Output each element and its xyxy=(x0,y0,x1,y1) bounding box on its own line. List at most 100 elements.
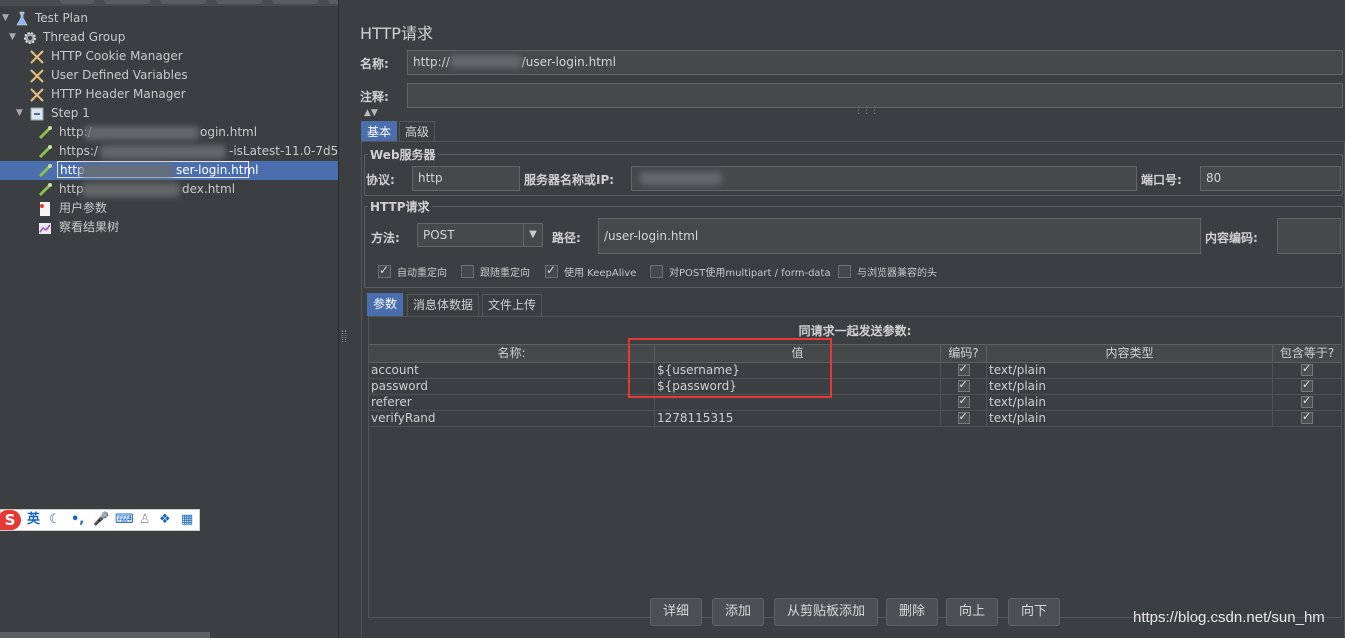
page-title: HTTP请求 xyxy=(360,24,433,43)
cell-name[interactable]: password xyxy=(369,378,655,394)
checkbox-checked-icon[interactable] xyxy=(957,362,970,377)
table-row[interactable]: password ${password} text/plain xyxy=(369,378,1341,395)
collapse-triangle-icon[interactable]: ▼ xyxy=(9,28,16,47)
checkbox-unchecked-icon[interactable] xyxy=(461,265,474,278)
checkbox-unchecked-icon[interactable] xyxy=(650,265,663,278)
collapse-triangle-icon[interactable]: ▼ xyxy=(2,9,9,28)
tree-label: 察看结果树 xyxy=(59,220,120,234)
cell-encode[interactable] xyxy=(941,378,987,394)
tree-node-sampler-4[interactable]: http dex.html xyxy=(0,180,338,199)
checkbox-unchecked-icon[interactable] xyxy=(838,265,851,278)
cell-content-type[interactable]: text/plain xyxy=(987,410,1273,426)
cell-name[interactable]: account xyxy=(369,362,655,378)
tree-label-end: ser-login.html xyxy=(176,163,259,177)
col-header-include-equals[interactable]: 包含等于? xyxy=(1273,345,1341,362)
tab-advanced[interactable]: 高级 xyxy=(399,121,436,141)
tree-node-sampler-1[interactable]: http:/ ogin.html xyxy=(0,123,338,142)
detail-button[interactable]: 详细 xyxy=(650,598,703,626)
protocol-input[interactable]: http xyxy=(412,166,520,191)
grid-menu-icon[interactable]: ▦ xyxy=(181,512,193,528)
microphone-icon[interactable]: 🎤 xyxy=(93,512,109,528)
user-params-icon xyxy=(40,202,50,216)
port-label: 端口号: xyxy=(1141,173,1182,187)
checkbox-checked-icon[interactable] xyxy=(957,378,970,393)
tab-body-data[interactable]: 消息体数据 xyxy=(407,294,480,316)
path-input[interactable]: /user-login.html xyxy=(598,218,1201,254)
cell-include-equals[interactable] xyxy=(1273,378,1341,394)
option-follow-redirect[interactable]: 跟随重定向 xyxy=(461,265,530,281)
option-keepalive[interactable]: 使用 KeepAlive xyxy=(545,263,636,281)
add-from-clipboard-button[interactable]: 从剪贴板添加 xyxy=(774,598,879,626)
server-input[interactable] xyxy=(631,166,1137,191)
checkbox-checked-icon[interactable] xyxy=(1301,362,1313,377)
col-header-name[interactable]: 名称: xyxy=(369,345,655,362)
ime-toolbar[interactable]: S 英 ☾ •, 🎤 ⌨ ♙ ❖ ▦ xyxy=(0,509,200,531)
checkbox-checked-icon[interactable] xyxy=(1301,394,1313,409)
checkbox-checked-icon[interactable] xyxy=(378,263,391,278)
col-header-encode[interactable]: 编码? xyxy=(941,345,987,362)
cell-content-type[interactable]: text/plain xyxy=(987,362,1273,378)
method-select[interactable]: POST ▼ xyxy=(417,223,543,247)
params-caption: 同请求一起发送参数: xyxy=(798,324,912,338)
sampler-icon xyxy=(38,145,52,159)
table-row[interactable]: verifyRand 1278115315 text/plain xyxy=(369,410,1341,427)
method-value: POST xyxy=(423,228,455,242)
checkbox-checked-icon[interactable] xyxy=(545,263,558,278)
cell-include-equals[interactable] xyxy=(1273,362,1341,378)
option-browser-headers[interactable]: 与浏览器兼容的头 xyxy=(838,265,937,281)
checkbox-checked-icon[interactable] xyxy=(1301,378,1313,393)
checkbox-checked-icon[interactable] xyxy=(957,394,970,409)
name-input[interactable]: http:// /user-login.html xyxy=(407,50,1343,75)
cell-content-type[interactable]: text/plain xyxy=(987,394,1273,410)
table-row[interactable]: referer text/plain xyxy=(369,394,1341,411)
cell-encode[interactable] xyxy=(941,394,987,410)
tree-node-sampler-3-selected[interactable]: http ser-login.html xyxy=(0,161,338,180)
comment-input[interactable] xyxy=(407,83,1343,108)
tree-label-end: ogin.html xyxy=(200,125,258,139)
collapse-triangle-icon[interactable]: ▼ xyxy=(16,104,23,123)
redacted-blur xyxy=(100,145,226,159)
cell-include-equals[interactable] xyxy=(1273,410,1341,426)
encoding-input[interactable] xyxy=(1277,218,1341,254)
collapse-arrows-icon[interactable]: ▲▼ xyxy=(364,108,378,118)
tab-file-upload[interactable]: 文件上传 xyxy=(482,294,543,316)
cell-name[interactable]: referer xyxy=(369,394,655,410)
dropdown-arrow-icon[interactable]: ▼ xyxy=(523,224,542,246)
checkbox-checked-icon[interactable] xyxy=(1301,410,1313,425)
tab-basic[interactable]: 基本 xyxy=(361,121,398,141)
test-plan-tree[interactable]: ▼ Test Plan ▼ Thread Group HTTP Cookie M… xyxy=(0,6,365,638)
cell-encode[interactable] xyxy=(941,410,987,426)
wrench-icon xyxy=(30,88,44,102)
cell-encode[interactable] xyxy=(941,362,987,378)
cell-include-equals[interactable] xyxy=(1273,394,1341,410)
tree-horizontal-scrollbar[interactable] xyxy=(0,632,210,638)
delete-button[interactable]: 删除 xyxy=(886,598,939,626)
sampler-icon xyxy=(38,126,52,140)
table-row[interactable]: account ${username} text/plain xyxy=(369,362,1341,379)
ime-lang-toggle[interactable]: 英 xyxy=(27,512,40,528)
tab-params[interactable]: 参数 xyxy=(367,293,404,316)
tree-label: Step 1 xyxy=(51,106,90,120)
move-down-button[interactable]: 向下 xyxy=(1008,598,1061,626)
wrench-icon xyxy=(30,69,44,83)
tree-label: https:/ xyxy=(59,144,98,158)
cell-name[interactable]: verifyRand xyxy=(369,410,655,426)
add-button[interactable]: 添加 xyxy=(712,598,765,626)
option-multipart[interactable]: 对POST使用multipart / form-data xyxy=(650,265,831,281)
port-input[interactable]: 80 xyxy=(1200,166,1341,191)
test-plan-icon xyxy=(16,11,28,26)
move-up-button[interactable]: 向上 xyxy=(946,598,999,626)
moon-icon[interactable]: ☾ xyxy=(49,512,61,528)
user-icon[interactable]: ♙ xyxy=(139,512,151,528)
cell-content-type[interactable]: text/plain xyxy=(987,378,1273,394)
option-auto-redirect[interactable]: 自动重定向 xyxy=(378,263,447,281)
checkbox-checked-icon[interactable] xyxy=(957,410,970,425)
keyboard-icon[interactable]: ⌨ xyxy=(115,512,134,528)
col-header-content-type[interactable]: 内容类型 xyxy=(987,345,1273,362)
resize-grip-icon[interactable]: ⋮⋮⋮ xyxy=(854,106,879,116)
punctuation-icon[interactable]: •, xyxy=(71,512,84,528)
cell-value[interactable]: 1278115315 xyxy=(655,410,941,426)
tree-node-sampler-2[interactable]: https:/ -isLatest-11.0-7d50f6e xyxy=(0,142,365,161)
splitter-grip-icon xyxy=(342,330,346,342)
skin-shirt-icon[interactable]: ❖ xyxy=(159,512,171,528)
